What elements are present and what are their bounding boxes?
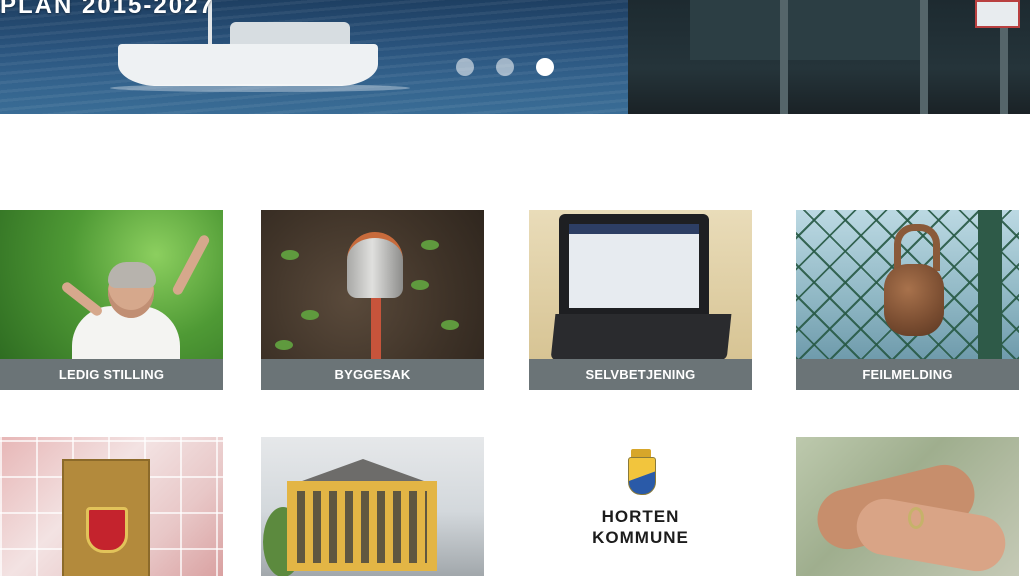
pier-post: [920, 0, 928, 114]
sailboat: [118, 44, 378, 86]
tile-handshake[interactable]: [796, 437, 1019, 576]
crown-icon: [631, 449, 651, 457]
slider-dot-2[interactable]: [496, 58, 514, 76]
hero-slider[interactable]: PLAN 2015-2027: [0, 0, 1030, 114]
pier-block: [690, 0, 920, 60]
boat-wake: [110, 84, 410, 92]
ballot-box-photo: [0, 437, 223, 576]
pier-post: [780, 0, 788, 114]
tile-label: FEILMELDING: [796, 359, 1019, 390]
padlock-photo: [796, 210, 1019, 359]
handshake-photo: [796, 437, 1019, 576]
coat-of-arms-icon: [628, 457, 656, 495]
horten-kommune-logo: HORTEN KOMMUNE: [529, 437, 752, 576]
tile-feilmelding[interactable]: FEILMELDING: [796, 210, 1019, 390]
tile-byggesak[interactable]: BYGGESAK: [261, 210, 484, 390]
hero-title: PLAN 2015-2027: [0, 0, 215, 19]
tile-label: SELVBETJENING: [529, 359, 752, 390]
tile-election[interactable]: [0, 437, 223, 576]
norway-crest-icon: [86, 507, 128, 553]
pier-sign: [975, 0, 1020, 28]
building-case-photo: [261, 210, 484, 359]
tile-selvbetjening[interactable]: SELVBETJENING: [529, 210, 752, 390]
logo-line-1: HORTEN: [601, 507, 680, 526]
logo-line-2: KOMMUNE: [592, 528, 689, 547]
tile-school[interactable]: [261, 437, 484, 576]
laptop-photo: [529, 210, 752, 359]
slider-dot-1[interactable]: [456, 58, 474, 76]
tile-horten-kommune[interactable]: HORTEN KOMMUNE: [529, 437, 752, 576]
tile-label: LEDIG STILLING: [0, 359, 223, 390]
job-photo: [0, 210, 223, 359]
ring-icon: [908, 507, 924, 529]
school-photo: [261, 437, 484, 576]
slider-dot-3[interactable]: [536, 58, 554, 76]
tile-ledig-stilling[interactable]: LEDIG STILLING: [0, 210, 223, 390]
tile-label: BYGGESAK: [261, 359, 484, 390]
